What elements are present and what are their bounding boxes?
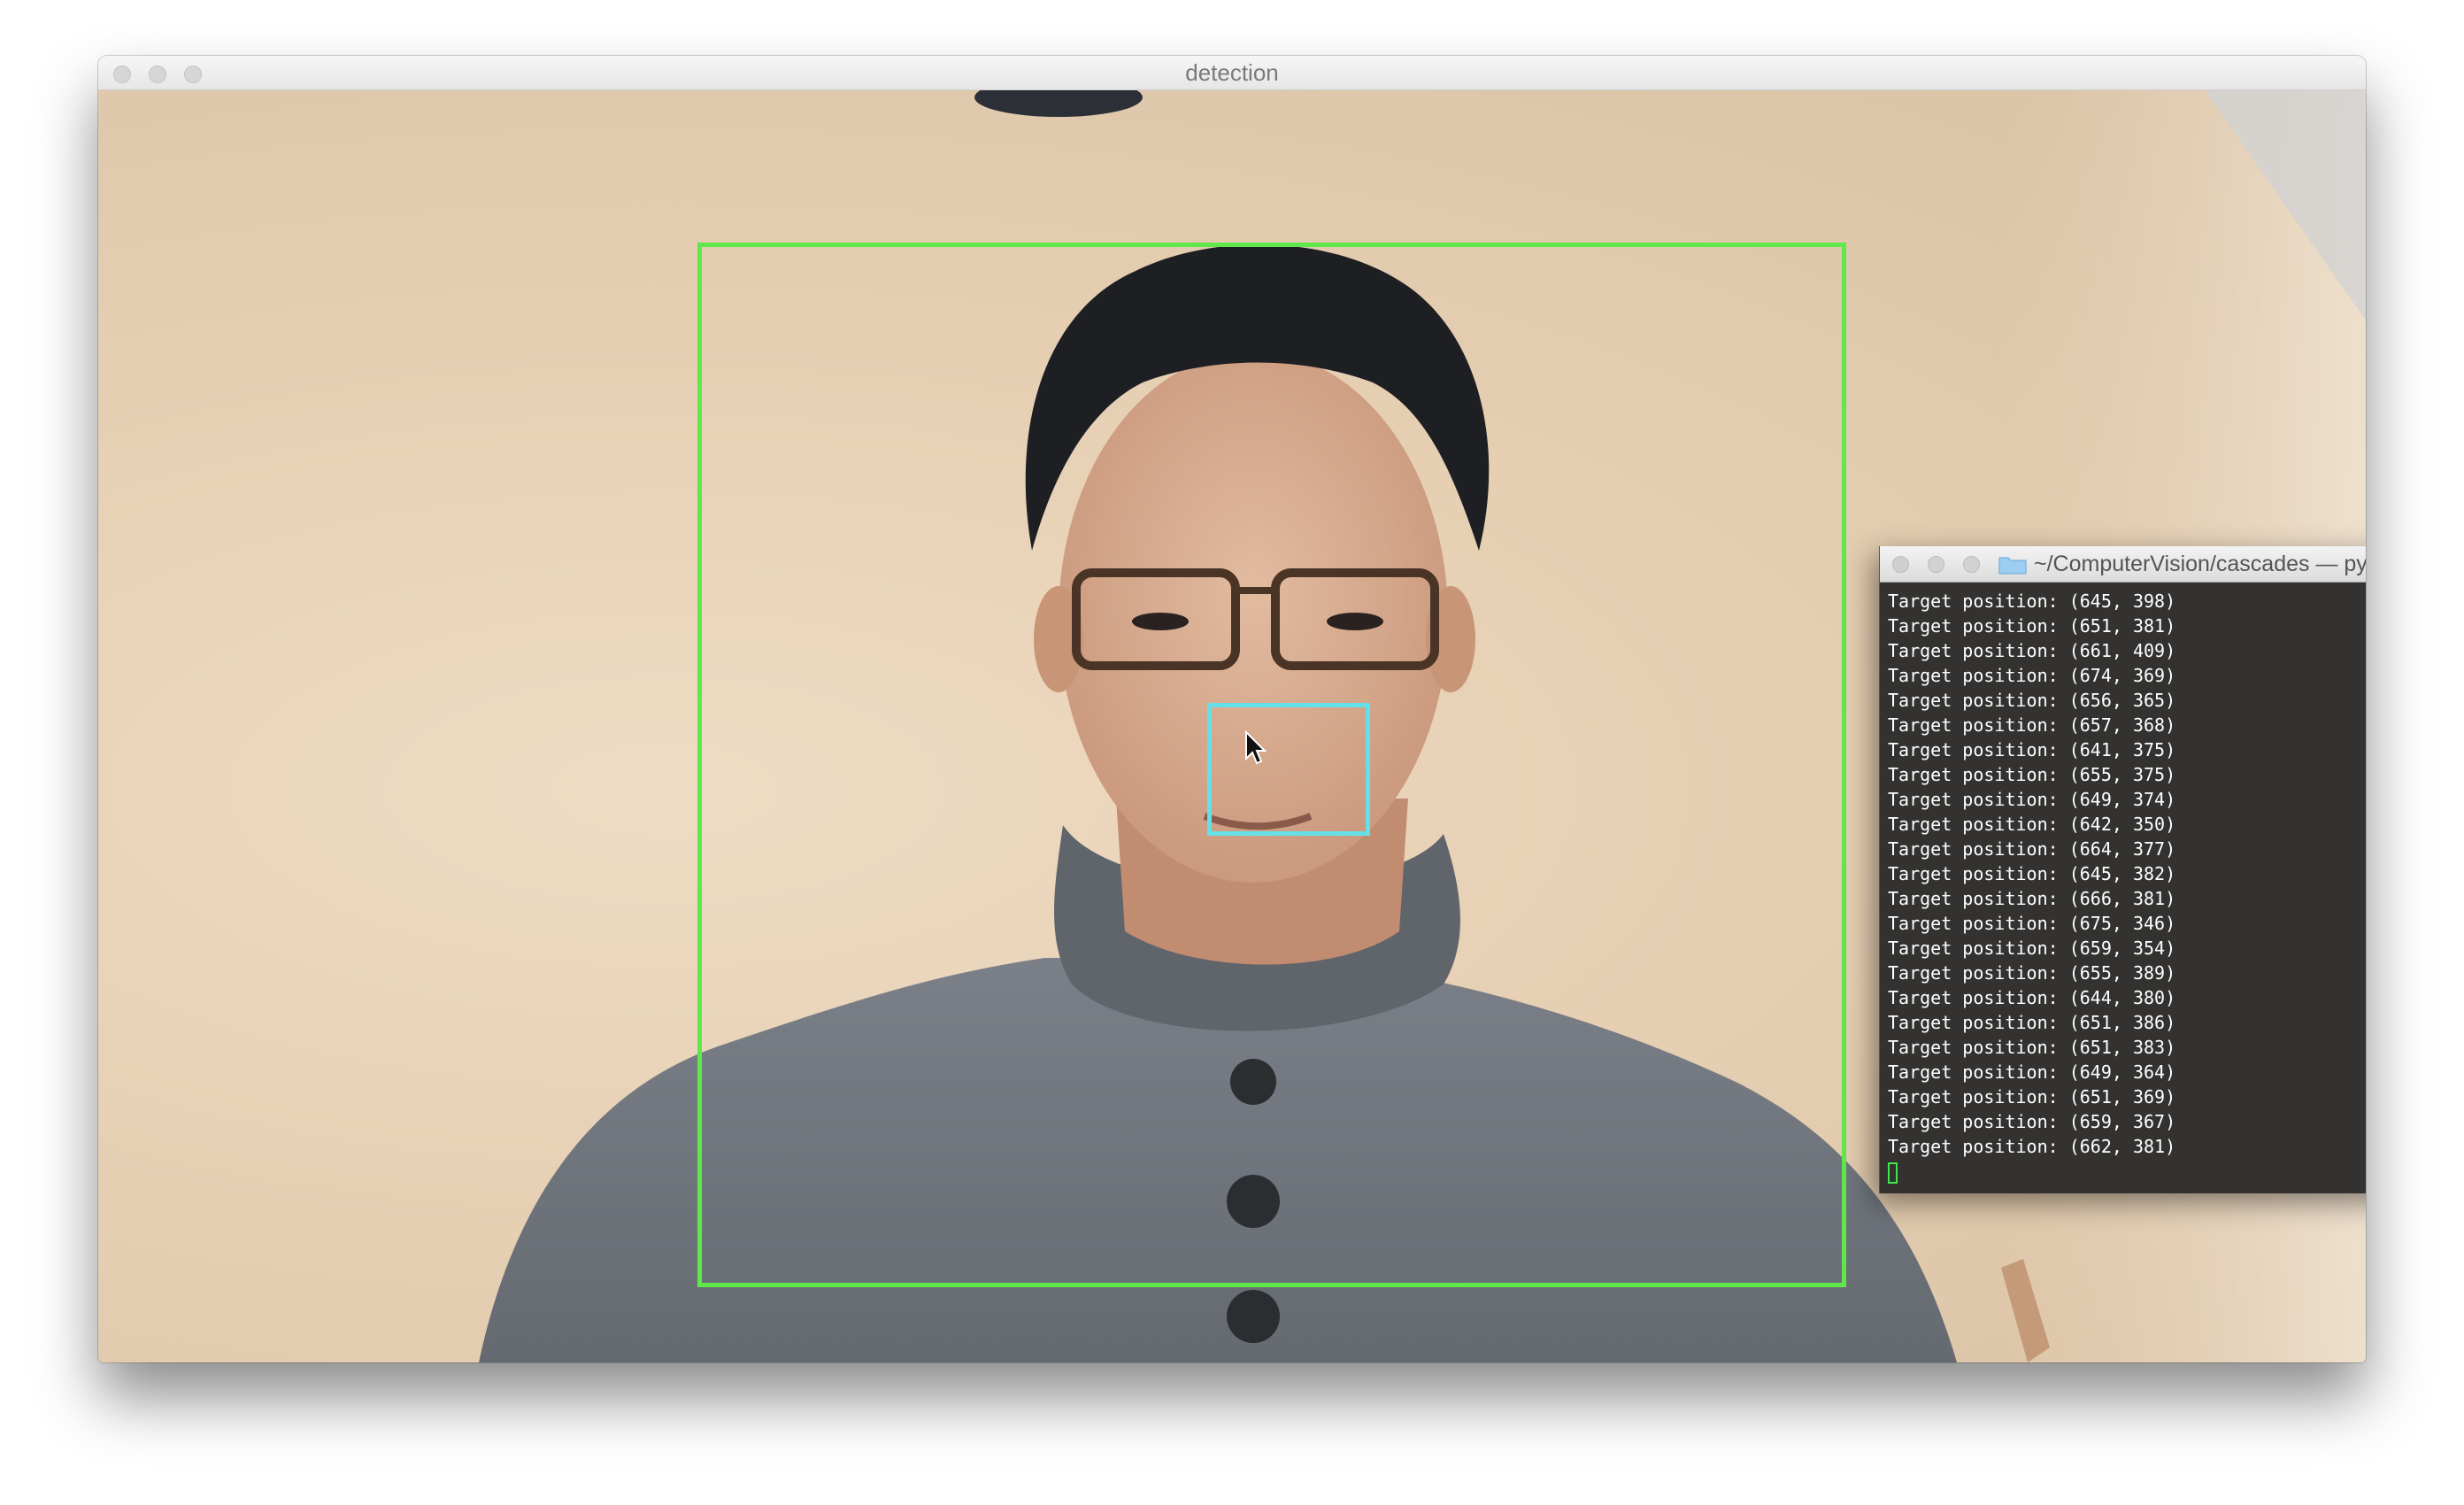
terminal-line: Target position: (666, 381) [1888,888,2176,909]
terminal-line: Target position: (641, 375) [1888,739,2176,760]
window-title: detection [1185,59,1279,86]
terminal-line: Target position: (662, 381) [1888,1136,2176,1157]
folder-icon [1998,557,2027,575]
terminal-line: Target position: (642, 350) [1888,814,2176,835]
terminal-line: Target position: (649, 364) [1888,1061,2176,1083]
camera-feed: ~/ComputerVision/cascades — python2.7 Ta… [98,90,2366,1362]
mouse-cursor-icon [1245,730,1267,765]
target-detection-box [1207,703,1370,836]
window-titlebar[interactable]: detection [98,56,2366,90]
terminal-close-icon[interactable] [1892,556,1909,573]
terminal-window[interactable]: ~/ComputerVision/cascades — python2.7 Ta… [1879,546,2366,1193]
terminal-line: Target position: (661, 409) [1888,640,2176,661]
terminal-line: Target position: (651, 381) [1888,615,2176,637]
terminal-line: Target position: (645, 382) [1888,863,2176,884]
terminal-line: Target position: (651, 369) [1888,1086,2176,1108]
terminal-line: Target position: (659, 354) [1888,938,2176,959]
terminal-line: Target position: (674, 369) [1888,665,2176,686]
detection-window: detection ~/ComputerVision/cascades — py… [98,56,2366,1362]
terminal-line: Target position: (645, 398) [1888,590,2176,612]
terminal-line: Target position: (664, 377) [1888,838,2176,860]
terminal-line: Target position: (655, 389) [1888,962,2176,984]
terminal-line: Target position: (657, 368) [1888,714,2176,736]
terminal-line: Target position: (651, 383) [1888,1037,2176,1058]
terminal-zoom-icon[interactable] [1963,556,1980,573]
terminal-titlebar[interactable]: ~/ComputerVision/cascades — python2.7 [1880,546,2366,583]
terminal-line: Target position: (656, 365) [1888,690,2176,711]
terminal-line: Target position: (659, 367) [1888,1111,2176,1132]
terminal-cursor [1888,1162,1898,1184]
terminal-title: ~/ComputerVision/cascades — python2.7 [2034,552,2366,576]
terminal-line: Target position: (644, 380) [1888,987,2176,1008]
terminal-minimize-icon[interactable] [1928,556,1944,573]
terminal-output[interactable]: Target position: (645, 398) Target positi… [1888,589,2366,1193]
terminal-line: Target position: (675, 346) [1888,913,2176,934]
terminal-line: Target position: (655, 375) [1888,764,2176,785]
terminal-line: Target position: (651, 386) [1888,1012,2176,1033]
terminal-line: Target position: (649, 374) [1888,789,2176,810]
